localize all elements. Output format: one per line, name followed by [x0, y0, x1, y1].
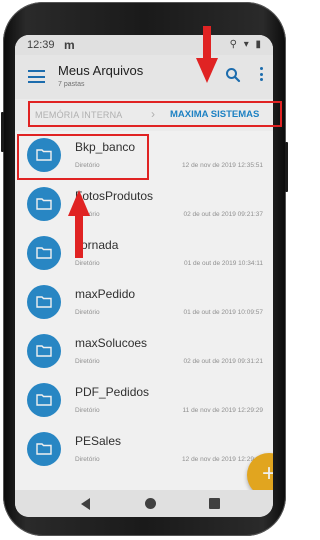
file-list-item[interactable]: maxSolucoes Diretório 02 de out de 2019 09…	[15, 327, 273, 375]
folder-icon	[27, 187, 61, 221]
status-icons: ⚲ ▾ ▮	[229, 39, 263, 50]
file-type: Diretório	[75, 456, 100, 463]
system-nav-bar	[15, 490, 273, 517]
folder-icon	[27, 334, 61, 368]
page-title: Meus Arquivos	[58, 63, 144, 78]
file-type: Diretório	[75, 260, 100, 267]
file-list-item[interactable]: Jornada Diretório 01 de out de 2019 10:34:…	[15, 229, 273, 277]
file-list-item[interactable]: FotosProdutosDiretório02 de out de 2019 …	[15, 180, 273, 228]
file-name: maxSolucoes	[75, 336, 148, 350]
file-date: 12 de nov de 2019 12:35:51	[182, 162, 263, 169]
file-date: 11 de nov de 2019 12:29:29	[182, 407, 263, 414]
file-name: maxPedido	[75, 287, 136, 301]
folder-count: 7 pastas	[58, 81, 85, 88]
file-date: 02 de out de 2019 09:21:37	[183, 211, 263, 218]
file-date: 02 de out de 2019 09:31:21	[183, 358, 263, 365]
volume-button	[1, 112, 4, 152]
file-name: PESales	[75, 434, 122, 448]
file-type: Diretório	[75, 309, 100, 316]
file-list-item[interactable]: maxPedido Diretório 01 de out de 2019 10:0…	[15, 278, 273, 326]
home-icon[interactable]	[145, 498, 156, 509]
more-vert-icon[interactable]	[260, 67, 264, 83]
app-bar: Meus Arquivos 7 pastas	[15, 55, 273, 99]
file-list-item[interactable]: PDF_Pedidos Diretório 11 de nov de 2019 12…	[15, 376, 273, 424]
arrow-down-icon	[196, 26, 218, 83]
folder-icon	[27, 383, 61, 417]
breadcrumb-highlight-box	[28, 101, 282, 127]
file-type: Diretório	[75, 407, 100, 414]
status-time: 12:39	[27, 39, 55, 51]
power-button	[285, 142, 288, 192]
file-type: Diretório	[75, 358, 100, 365]
file-date: 01 de out de 2019 10:34:11	[183, 260, 263, 267]
status-bar: 12:39 m ⚲ ▾ ▮	[15, 35, 273, 55]
recents-icon[interactable]	[209, 498, 220, 509]
back-icon[interactable]	[81, 498, 90, 510]
row-highlight-box	[17, 134, 149, 180]
folder-icon	[27, 285, 61, 319]
file-date: 01 de out de 2019 10:09:57	[183, 309, 263, 316]
hamburger-menu-icon[interactable]	[28, 70, 45, 83]
folder-icon	[27, 236, 61, 270]
file-list-item[interactable]: PESales Diretório 12 de nov de 2019 12:29:…	[15, 425, 273, 473]
arrow-up-icon	[68, 190, 90, 258]
notification-icon: m	[64, 38, 75, 52]
folder-icon	[27, 432, 61, 466]
file-name: PDF_Pedidos	[75, 385, 150, 399]
search-icon[interactable]	[225, 67, 241, 83]
